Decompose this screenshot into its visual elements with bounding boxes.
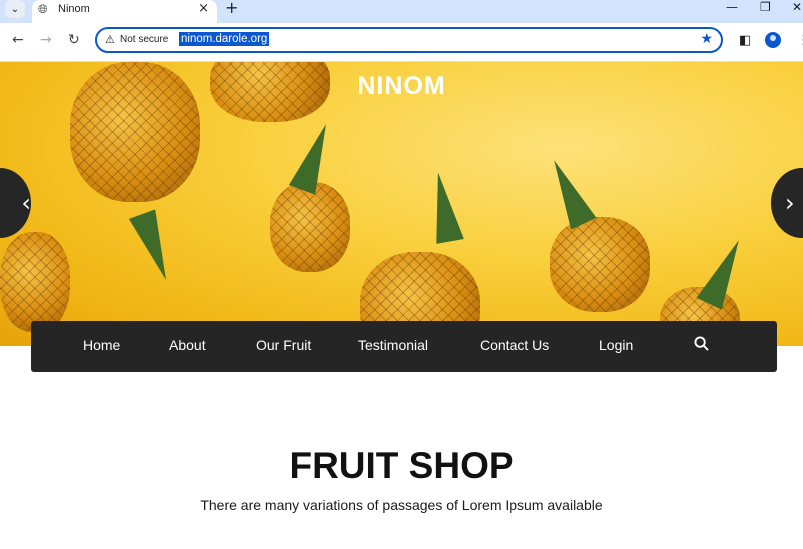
forward-icon[interactable]: → [40, 32, 52, 48]
hero-banner [0, 62, 803, 346]
pineapple-image [0, 232, 70, 332]
main-navbar: Home About Our Fruit Testimonial Contact… [31, 321, 777, 372]
tab-ninom[interactable]: 🌐︎ Ninom × [32, 0, 217, 23]
nav-our-fruit[interactable]: Our Fruit [256, 337, 311, 353]
pineapple-image [270, 182, 350, 272]
pineapple-image [550, 217, 650, 312]
tab-search-icon[interactable]: ⌄ [5, 0, 25, 18]
more-icon[interactable]: ⋮ [797, 33, 803, 48]
security-label[interactable]: Not secure [120, 34, 168, 45]
nav-about[interactable]: About [169, 337, 206, 353]
profile-icon[interactable] [765, 32, 781, 48]
url-text[interactable]: ninom.darole.org [179, 32, 270, 46]
nav-testimonial[interactable]: Testimonial [358, 337, 428, 353]
leaf-shape [424, 170, 464, 244]
section-title: FRUIT SHOP [289, 445, 514, 486]
leaf-shape [128, 209, 180, 285]
nav-home[interactable]: Home [83, 337, 120, 353]
nav-contact-us[interactable]: Contact Us [480, 337, 549, 353]
restore-icon[interactable]: ❐ [760, 0, 771, 14]
tab-title: Ninom [58, 3, 90, 15]
leaf-shape [288, 119, 340, 195]
warning-icon[interactable]: ⚠ [105, 33, 115, 46]
sidebar-icon[interactable]: ◧ [739, 33, 751, 48]
globe-icon: 🌐︎ [38, 2, 48, 16]
star-icon[interactable]: ★ [700, 31, 713, 47]
search-icon[interactable] [694, 336, 709, 351]
reload-icon[interactable]: ↻ [68, 32, 80, 48]
section-subtitle: There are many variations of passages of… [200, 497, 603, 513]
tab-strip: ⌄ 🌐︎ Ninom × + — ❐ ✕ [0, 0, 803, 23]
chevron-left-icon: ‹ [21, 189, 31, 217]
chevron-right-icon: › [785, 189, 795, 217]
leaf-shape [696, 234, 752, 310]
address-bar[interactable]: ⚠ Not secure ninom.darole.org ★ [95, 27, 723, 53]
nav-login[interactable]: Login [599, 337, 633, 353]
leaf-shape [541, 154, 597, 230]
browser-toolbar: ← → ↻ ⚠ Not secure ninom.darole.org ★ ◧ … [0, 23, 803, 62]
close-icon[interactable]: × [198, 1, 209, 16]
plus-icon[interactable]: + [225, 0, 238, 16]
back-icon[interactable]: ← [12, 32, 24, 48]
close-window-icon[interactable]: ✕ [792, 0, 802, 14]
brand-logo[interactable]: NINOM [0, 72, 803, 101]
minimize-icon[interactable]: — [726, 0, 738, 14]
